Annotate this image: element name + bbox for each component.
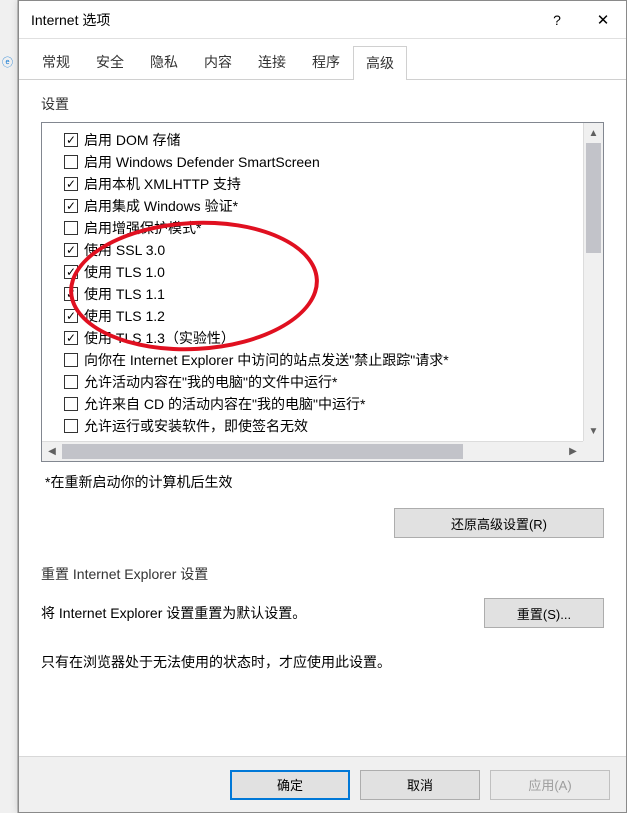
cancel-button[interactable]: 取消 <box>360 770 480 800</box>
tab-programs[interactable]: 程序 <box>299 45 353 79</box>
list-item[interactable]: 允许活动内容在"我的电脑"的文件中运行* <box>64 371 577 393</box>
tab-connections[interactable]: 连接 <box>245 45 299 79</box>
reset-section-label: 重置 Internet Explorer 设置 <box>41 564 604 584</box>
scroll-thumb[interactable] <box>586 143 601 253</box>
list-item[interactable]: 启用 DOM 存储 <box>64 129 577 151</box>
dialog-footer: 确定 取消 应用(A) <box>19 756 626 812</box>
reset-button[interactable]: 重置(S)... <box>484 598 604 628</box>
list-item-label: 使用 TLS 1.3（实验性） <box>84 328 235 348</box>
checkbox[interactable] <box>64 309 78 323</box>
list-item[interactable]: 使用 SSL 3.0 <box>64 239 577 261</box>
list-item-label: 使用 TLS 1.0 <box>84 262 165 282</box>
list-item[interactable]: 使用 TLS 1.0 <box>64 261 577 283</box>
ok-button[interactable]: 确定 <box>230 770 350 800</box>
reset-description: 将 Internet Explorer 设置重置为默认设置。 <box>41 603 306 623</box>
scroll-track[interactable] <box>584 143 603 421</box>
list-item-label: 使用 SSL 3.0 <box>84 240 165 260</box>
list-item[interactable]: 启用本机 XMLHTTP 支持 <box>64 173 577 195</box>
titlebar: Internet 选项 ? ✕ <box>19 1 626 39</box>
vertical-scrollbar[interactable]: ▲ ▼ <box>583 123 603 441</box>
checkbox[interactable] <box>64 331 78 345</box>
list-item-label: 允许运行或安装软件，即使签名无效 <box>84 416 308 436</box>
list-item[interactable]: 向你在 Internet Explorer 中访问的站点发送"禁止跟踪"请求* <box>64 349 577 371</box>
checkbox[interactable] <box>64 133 78 147</box>
horizontal-scrollbar[interactable]: ◀ ▶ <box>42 441 583 461</box>
tab-content-area: 设置 启用 DOM 存储启用 Windows Defender SmartScr… <box>19 80 626 762</box>
ie-icon: ⓔ <box>2 54 16 68</box>
close-button[interactable]: ✕ <box>580 1 626 39</box>
tab-security[interactable]: 安全 <box>83 45 137 79</box>
list-item[interactable]: 启用增强保护模式* <box>64 217 577 239</box>
list-item-label: 允许活动内容在"我的电脑"的文件中运行* <box>84 372 337 392</box>
internet-options-dialog: Internet 选项 ? ✕ 常规 安全 隐私 内容 连接 程序 高级 设置 … <box>18 0 627 813</box>
scroll-down-icon[interactable]: ▼ <box>584 421 603 441</box>
scroll-left-icon[interactable]: ◀ <box>42 442 62 461</box>
list-item[interactable]: 允许来自 CD 的活动内容在"我的电脑"中运行* <box>64 393 577 415</box>
hscroll-thumb[interactable] <box>62 444 463 459</box>
checkbox[interactable] <box>64 287 78 301</box>
checkbox[interactable] <box>64 419 78 433</box>
settings-label: 设置 <box>41 94 604 114</box>
list-item[interactable]: 允许运行或安装软件，即使签名无效 <box>64 415 577 437</box>
checkbox[interactable] <box>64 221 78 235</box>
tab-privacy[interactable]: 隐私 <box>137 45 191 79</box>
list-item-label: 启用 Windows Defender SmartScreen <box>84 152 320 172</box>
reset-note: 只有在浏览器处于无法使用的状态时，才应使用此设置。 <box>41 652 604 672</box>
checkbox[interactable] <box>64 243 78 257</box>
checkbox[interactable] <box>64 265 78 279</box>
restart-note: *在重新启动你的计算机后生效 <box>45 472 604 492</box>
list-item-label: 启用增强保护模式* <box>84 218 201 238</box>
checkbox[interactable] <box>64 353 78 367</box>
help-button[interactable]: ? <box>534 1 580 39</box>
hscroll-track[interactable] <box>62 442 563 461</box>
list-item-label: 启用集成 Windows 验证* <box>84 196 238 216</box>
scroll-up-icon[interactable]: ▲ <box>584 123 603 143</box>
list-item[interactable]: 使用 TLS 1.2 <box>64 305 577 327</box>
list-item-label: 启用 DOM 存储 <box>84 130 180 150</box>
list-item-label: 启用本机 XMLHTTP 支持 <box>84 174 241 194</box>
checkbox[interactable] <box>64 199 78 213</box>
restore-row: 还原高级设置(R) <box>41 508 604 538</box>
scroll-corner <box>583 441 603 461</box>
tab-advanced[interactable]: 高级 <box>353 46 407 80</box>
list-item[interactable]: 启用 Windows Defender SmartScreen <box>64 151 577 173</box>
reset-row: 将 Internet Explorer 设置重置为默认设置。 重置(S)... <box>41 598 604 628</box>
apply-button[interactable]: 应用(A) <box>490 770 610 800</box>
list-item-label: 向你在 Internet Explorer 中访问的站点发送"禁止跟踪"请求* <box>84 350 449 370</box>
tab-content[interactable]: 内容 <box>191 45 245 79</box>
list-item[interactable]: 使用 TLS 1.1 <box>64 283 577 305</box>
window-left-edge: ⓔ <box>0 0 18 813</box>
tab-general[interactable]: 常规 <box>29 45 83 79</box>
list-item-label: 使用 TLS 1.1 <box>84 284 165 304</box>
settings-list-inner: 启用 DOM 存储启用 Windows Defender SmartScreen… <box>42 123 583 441</box>
tab-strip: 常规 安全 隐私 内容 连接 程序 高级 <box>19 39 626 80</box>
scroll-right-icon[interactable]: ▶ <box>563 442 583 461</box>
restore-advanced-button[interactable]: 还原高级设置(R) <box>394 508 604 538</box>
list-item-label: 使用 TLS 1.2 <box>84 306 165 326</box>
checkbox[interactable] <box>64 177 78 191</box>
list-item[interactable]: 启用集成 Windows 验证* <box>64 195 577 217</box>
list-item-label: 允许来自 CD 的活动内容在"我的电脑"中运行* <box>84 394 365 414</box>
dialog-title: Internet 选项 <box>31 10 534 30</box>
checkbox[interactable] <box>64 397 78 411</box>
checkbox[interactable] <box>64 375 78 389</box>
checkbox[interactable] <box>64 155 78 169</box>
settings-listbox[interactable]: 启用 DOM 存储启用 Windows Defender SmartScreen… <box>41 122 604 462</box>
list-item[interactable]: 使用 TLS 1.3（实验性） <box>64 327 577 349</box>
